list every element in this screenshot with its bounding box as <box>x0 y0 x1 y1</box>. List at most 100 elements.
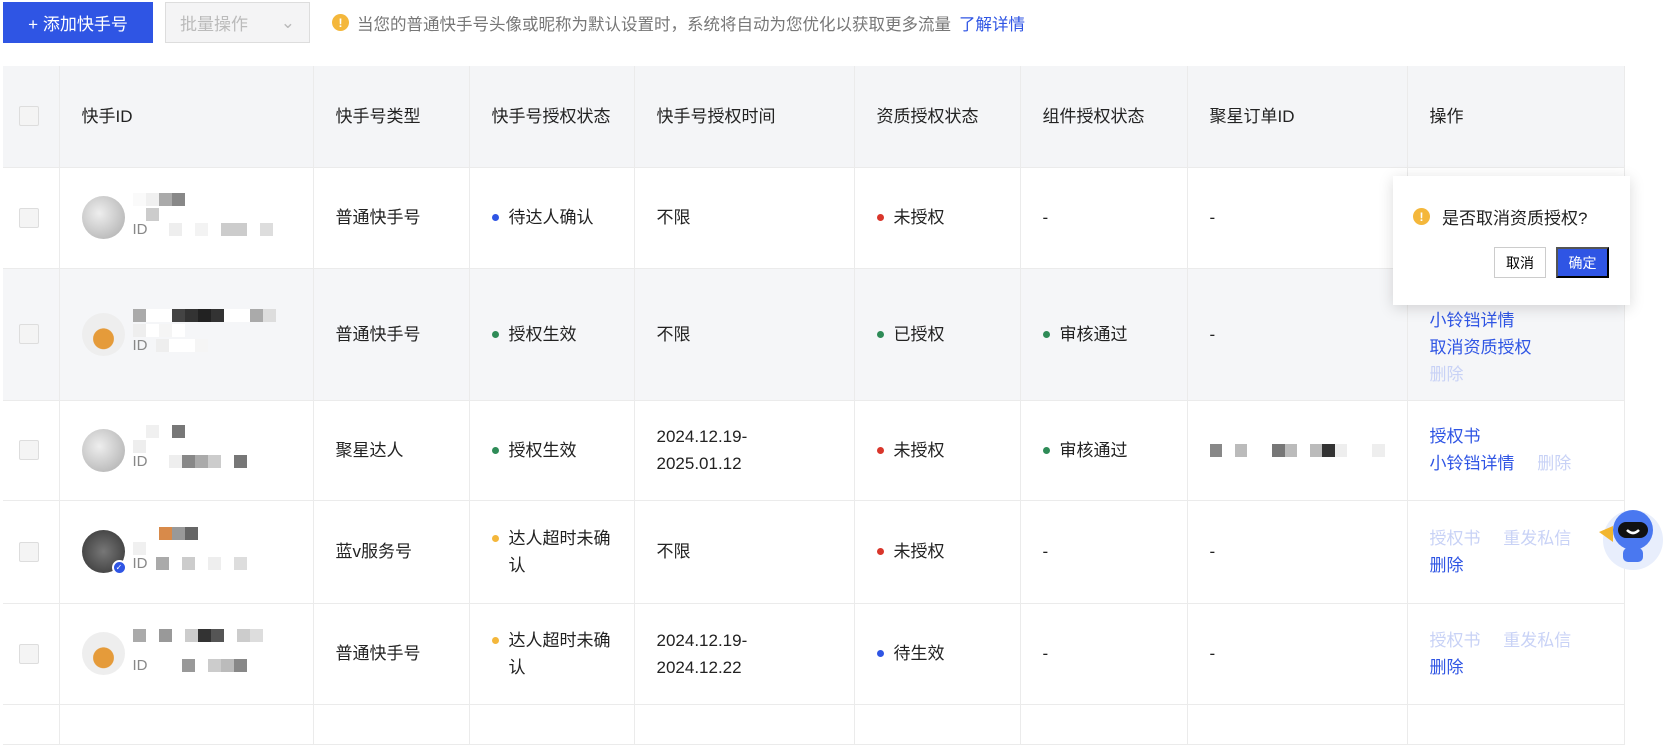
action-link[interactable]: 小铃铛详情 <box>1430 311 1515 330</box>
batch-operation-label: 批量操作 <box>180 15 248 34</box>
avatar <box>81 428 125 472</box>
auth-status: 达人超时未确认 <box>508 528 611 575</box>
component-status: 审核通过 <box>1059 440 1128 460</box>
header-checkbox-cell <box>3 66 60 168</box>
popconfirm-cancel-button[interactable]: 取消 <box>1494 247 1546 278</box>
auth-time: 不限 <box>634 167 855 269</box>
kuaishou-id-cell: ID <box>59 603 314 705</box>
component-status: - <box>1042 208 1049 227</box>
redacted-block <box>132 309 276 322</box>
checkbox-cell <box>3 400 60 501</box>
redacted-block <box>155 556 247 570</box>
qualification-status: 未授权 <box>893 208 945 227</box>
auth-time: 不限 <box>634 268 855 401</box>
status-dot <box>491 330 499 338</box>
account-type: 普通快手号 <box>313 268 470 401</box>
status-dot <box>876 650 884 657</box>
qualification-status: 未授权 <box>893 542 945 561</box>
column-header: 聚星订单ID <box>1187 66 1408 168</box>
row-checkbox[interactable] <box>19 440 39 460</box>
column-header: 快手号授权状态 <box>469 66 635 168</box>
id-label: ID <box>132 554 148 572</box>
redacted-block <box>132 628 263 642</box>
cancel-qualification-popconfirm: ! 是否取消资质授权? 取消 确定 <box>1393 176 1630 305</box>
redacted-block <box>132 324 276 337</box>
table-row: ID 聚星达人 授权生效 2024.12.19-2025.01.12 未授权 审… <box>3 400 1625 501</box>
auth-time: 2024.12.19-2024.12.22 <box>634 603 855 705</box>
avatar <box>81 312 125 356</box>
status-dot <box>1042 446 1050 454</box>
add-kuaishou-button[interactable]: + 添加快手号 <box>3 2 153 43</box>
status-dot <box>876 548 884 555</box>
id-label: ID <box>132 337 148 354</box>
auth-status: 达人超时未确认 <box>508 630 611 677</box>
action-link[interactable]: 授权书 <box>1430 427 1481 446</box>
kuaishou-id-cell: ID <box>59 400 314 501</box>
notice-text: 当您的普通快手号头像或昵称为默认设置时，系统将自动为您优化以获取更多流量 <box>357 15 951 34</box>
checkbox-cell <box>3 500 60 604</box>
action-link[interactable]: 取消资质授权 <box>1430 338 1532 357</box>
action-link[interactable]: 删除 <box>1430 556 1464 575</box>
id-label: ID <box>132 656 148 674</box>
auth-status: 待达人确认 <box>508 208 594 227</box>
avatar: ✓ <box>81 530 127 575</box>
order-id-cell: - <box>1187 167 1408 269</box>
order-id: - <box>1209 208 1216 227</box>
table-row: ID 普通快手号 授权生效 不限 已授权 审核通过 - 授权书 共享授权 小铃铛… <box>3 268 1625 401</box>
popconfirm-ok-button[interactable]: 确定 <box>1556 247 1609 278</box>
row-checkbox[interactable] <box>19 643 39 664</box>
status-dot <box>876 446 884 454</box>
actions-cell: 授权书 小铃铛详情 删除 <box>1407 400 1625 501</box>
order-id-cell: - <box>1187 268 1408 401</box>
row-checkbox[interactable] <box>19 324 39 344</box>
redacted-block <box>1209 443 1385 457</box>
qualification-status: 待生效 <box>893 644 945 663</box>
redacted-block <box>155 339 208 352</box>
status-dot <box>491 636 499 644</box>
action-link: 重发私信 <box>1503 630 1572 650</box>
id-label: ID <box>132 453 148 470</box>
account-type: 聚星达人 <box>313 400 470 501</box>
kuaishou-id-cell: ID <box>59 167 314 269</box>
redacted-block <box>132 526 247 540</box>
action-link: 删除 <box>1537 454 1572 473</box>
avatar <box>81 196 125 239</box>
redacted-block <box>132 207 273 221</box>
redacted-block <box>155 222 273 236</box>
batch-operation-select[interactable]: 批量操作 ⌄ <box>165 2 310 43</box>
row-checkbox[interactable] <box>19 207 39 228</box>
order-id-cell <box>1187 400 1408 501</box>
column-header: 资质授权状态 <box>854 66 1021 168</box>
action-link[interactable]: 删除 <box>1430 658 1464 677</box>
select-all-checkbox[interactable] <box>19 106 39 127</box>
verified-icon: ✓ <box>111 560 127 575</box>
kuaishou-id-cell: ID <box>59 268 314 401</box>
status-dot <box>876 330 884 338</box>
order-id: - <box>1209 644 1216 663</box>
account-type: 蓝v服务号 <box>313 500 470 604</box>
component-status: - <box>1042 542 1049 561</box>
redacted-block <box>132 425 247 438</box>
notice: ! 当您的普通快手号头像或昵称为默认设置时，系统将自动为您优化以获取更多流量 了… <box>332 11 1025 35</box>
avatar <box>81 632 125 675</box>
kuaishou-id-cell: ✓ ID <box>59 500 314 604</box>
order-id-cell: - <box>1187 500 1408 604</box>
account-table: 快手ID 快手号类型 快手号授权状态 快手号授权时间 资质授权状态 组件授权状态 聚星订单I… <box>3 66 1625 745</box>
qualification-status: 未授权 <box>893 440 945 460</box>
auth-time: 不限 <box>634 500 855 604</box>
redacted-block <box>132 440 247 453</box>
component-status: - <box>1042 644 1049 663</box>
status-dot <box>491 446 499 454</box>
action-link: 重发私信 <box>1503 528 1572 548</box>
row-checkbox[interactable] <box>19 541 39 562</box>
column-header: 快手ID <box>59 66 314 168</box>
redacted-block <box>155 658 247 672</box>
action-link[interactable]: 小铃铛详情 <box>1430 454 1515 473</box>
action-link: 授权书 <box>1429 528 1481 548</box>
actions-cell: 授权书 重发私信 删除 <box>1407 603 1625 705</box>
warning-icon: ! <box>332 14 349 31</box>
account-type: 普通快手号 <box>313 603 470 705</box>
actions-cell: 授权书 重发私信 删除 <box>1407 500 1625 604</box>
assistant-robot-icon[interactable] <box>1593 502 1663 572</box>
learn-more-link[interactable]: 了解详情 <box>959 11 1025 35</box>
